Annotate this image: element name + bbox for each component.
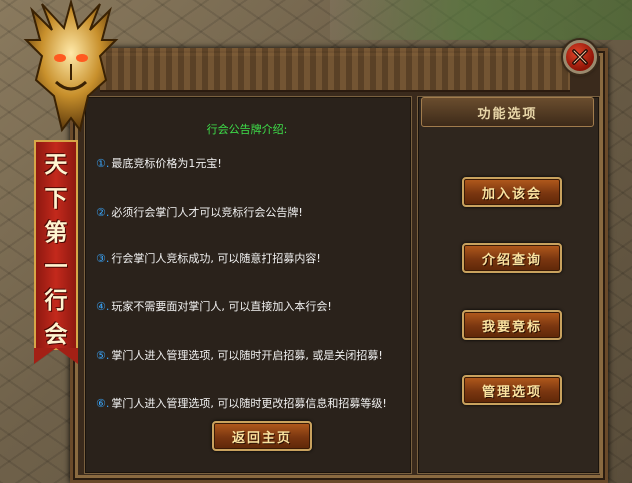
- rule-number: ①.: [96, 157, 110, 170]
- rule-item-3: ③. 行会掌门人竞标成功, 可以随意打招募内容!: [96, 250, 321, 266]
- banner-char: 一: [44, 253, 68, 280]
- options-panel: [417, 96, 600, 474]
- options-header: 功能选项: [421, 97, 594, 127]
- dragon-emblem-icon: [22, 0, 120, 140]
- rule-number: ②.: [96, 206, 110, 219]
- notice-title: 行会公告牌介绍:: [206, 123, 288, 136]
- rule-number: ⑤.: [96, 349, 110, 362]
- background-foliage: [330, 0, 632, 40]
- rule-number: ③.: [96, 252, 110, 265]
- join-guild-button[interactable]: 加入该会: [462, 177, 562, 207]
- rule-text: 最底竞标价格为1元宝!: [111, 157, 222, 170]
- banner-char: 行: [44, 287, 68, 314]
- rule-item-1: ①. 最底竞标价格为1元宝!: [96, 155, 222, 171]
- rule-text: 掌门人进入管理选项, 可以随时更改招募信息和招募等级!: [111, 397, 387, 410]
- rule-item-2: ②. 必须行会掌门人才可以竞标行会公告牌!: [96, 204, 303, 220]
- close-icon: [572, 49, 588, 65]
- rule-text: 玩家不需要面对掌门人, 可以直接加入本行会!: [111, 300, 332, 313]
- rule-number: ④.: [96, 300, 110, 313]
- rule-item-4: ④. 玩家不需要面对掌门人, 可以直接加入本行会!: [96, 298, 332, 314]
- rule-text: 掌门人进入管理选项, 可以随时开启招募, 或是关闭招募!: [111, 349, 383, 362]
- close-button[interactable]: [563, 40, 597, 74]
- banner-char: 下: [44, 185, 68, 212]
- banner-char: 第: [44, 219, 68, 246]
- rule-item-6: ⑥. 掌门人进入管理选项, 可以随时更改招募信息和招募等级!: [96, 395, 387, 411]
- bid-button[interactable]: 我要竞标: [462, 310, 562, 340]
- manage-options-button[interactable]: 管理选项: [462, 375, 562, 405]
- banner-char: 天: [44, 151, 68, 178]
- intro-query-button[interactable]: 介绍查询: [462, 243, 562, 273]
- rule-item-5: ⑤. 掌门人进入管理选项, 可以随时开启招募, 或是关闭招募!: [96, 347, 383, 363]
- rule-text: 必须行会掌门人才可以竞标行会公告牌!: [111, 206, 303, 219]
- notice-panel: [84, 96, 412, 474]
- window-title-bar[interactable]: [100, 48, 570, 92]
- back-home-button[interactable]: 返回主页: [212, 421, 312, 451]
- rule-number: ⑥.: [96, 397, 110, 410]
- banner-char: 会: [44, 321, 68, 348]
- banner-text: 天 下 第 一 行 会: [34, 150, 78, 350]
- rule-text: 行会掌门人竞标成功, 可以随意打招募内容!: [111, 252, 321, 265]
- banner-tail: [34, 348, 78, 364]
